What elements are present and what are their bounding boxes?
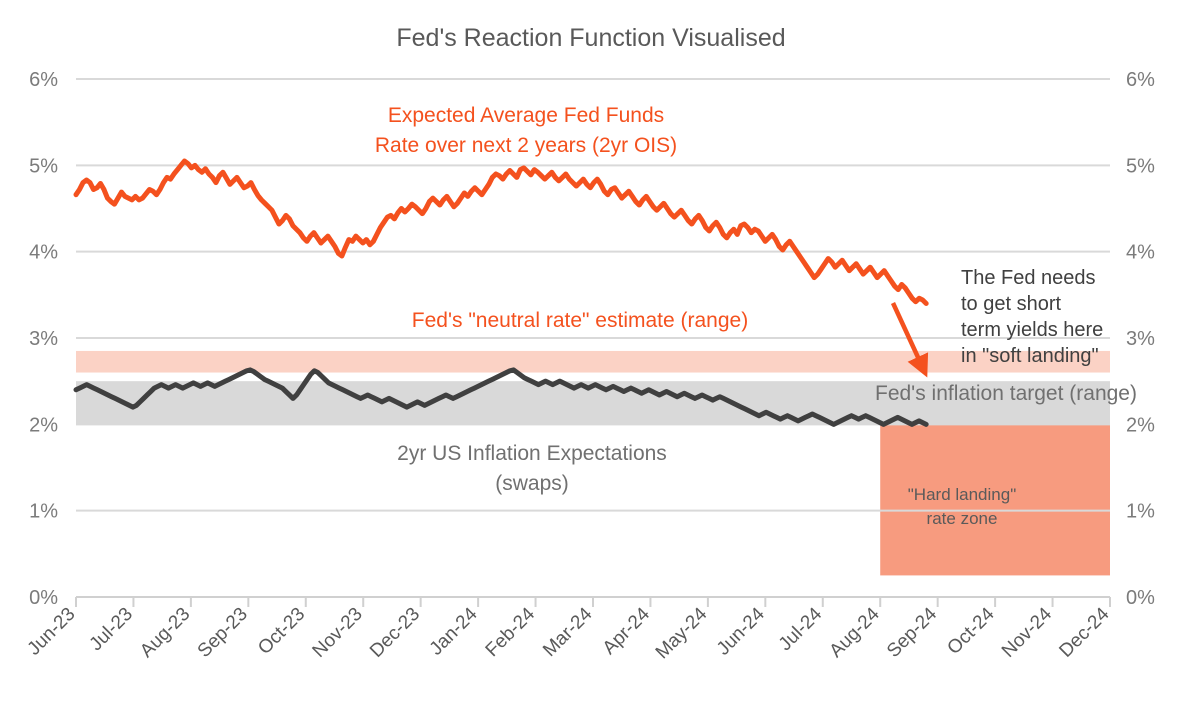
x-axis-tick-label: Nov-24 [998,603,1056,661]
series-line-fed-funds-ois [73,158,929,306]
inflation-exp-line-1: 2yr US Inflation Expectations [397,442,667,465]
ois-label-line-1: Expected Average Fed Funds [388,104,664,127]
x-axis-tick-label: May-24 [652,603,712,663]
x-axis-tick-label: Apr-24 [599,603,654,658]
callout-line-4: in "soft landing" [961,345,1099,367]
x-axis-ticks-group [75,597,1111,607]
x-axis-labels: Jun-23 Jul-23 Aug-23 Sep-23 Oct-23 Nov-23 Dec-… [24,603,1114,663]
x-axis-tick-label: Feb-24 [482,603,540,661]
y-axis-tick-label: 4% [29,242,58,264]
x-axis-tick-label: Jul-23 [86,604,137,655]
y-axis-tick-label: 5% [29,155,58,177]
annotation-inflation-expectations-label: 2yr US Inflation Expectations (swaps) [397,442,667,495]
callout-line-3: term yields here [961,319,1103,341]
ois-label-line-2: Rate over next 2 years (2yr OIS) [375,134,677,157]
x-axis-tick-label: Oct-23 [254,604,309,659]
y-axis-tick-label: 4% [1126,242,1155,264]
x-axis-tick-label: Oct-24 [943,603,998,658]
y-axis-tick-label: 2% [29,414,58,436]
y-axis-tick-label: 3% [1126,328,1155,350]
y-axis-tick-label: 5% [1126,155,1155,177]
chart-svg: Fed's Reaction Function Visualised 0% 1% 2… [24,24,1156,663]
inflation-exp-line-2: (swaps) [495,472,569,495]
annotation-ois-label: Expected Average Fed Funds Rate over nex… [375,104,677,157]
x-axis-tick-label: Jun-23 [24,604,80,660]
y-axis-labels-left: 0% 1% 2% 3% 4% 5% 6% [29,69,58,609]
x-axis-tick-label: Jun-24 [713,603,769,659]
x-axis-tick-label: Aug-24 [826,603,884,661]
callout-line-2: to get short [961,293,1062,315]
y-axis-tick-label: 6% [1126,69,1155,91]
y-axis-tick-label: 6% [29,69,58,91]
y-axis-labels-right: 0% 1% 2% 3% 4% 5% 6% [1126,69,1155,609]
y-axis-tick-label: 1% [29,501,58,523]
hard-zone-line-1: "Hard landing" [908,485,1016,504]
x-axis-tick-label: Jul-24 [775,603,827,655]
y-axis-tick-label: 1% [1126,501,1155,523]
annotation-inflation-target-label: Fed's inflation target (range) [875,382,1137,405]
y-axis-tick-label: 0% [29,587,58,609]
y-axis-tick-label: 0% [1126,587,1155,609]
y-axis-tick-label: 3% [29,328,58,350]
band-neutral-rate [76,350,1110,373]
x-axis-tick-label: Sep-23 [194,604,252,662]
x-axis-tick-label: Dec-24 [1055,603,1113,661]
x-axis-tick-label: Mar-24 [539,603,597,661]
x-axis-tick-label: Aug-23 [136,604,194,662]
y-axis-tick-label: 2% [1126,414,1155,436]
annotation-neutral-rate-label: Fed's "neutral rate" estimate (range) [412,309,748,332]
callout-line-1: The Fed needs [961,267,1096,289]
chart-title: Fed's Reaction Function Visualised [396,24,785,52]
x-axis-tick-label: Dec-23 [366,604,424,662]
x-axis-tick-label: Jan-24 [426,603,482,659]
x-axis-tick-label: Nov-23 [309,604,367,662]
hard-zone-line-2: rate zone [927,509,998,528]
chart-container: Fed's Reaction Function Visualised 0% 1% 2… [0,0,1182,709]
x-axis-tick-label: Sep-24 [883,603,941,661]
annotation-soft-landing-callout: The Fed needs to get short term yields h… [961,267,1103,367]
